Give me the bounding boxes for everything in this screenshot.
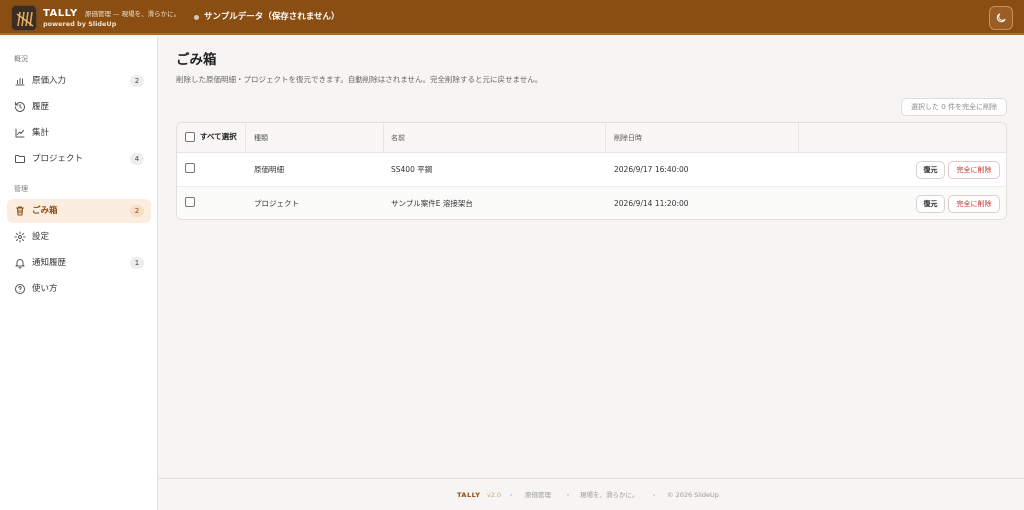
select-all-label: すべて選択 [200, 132, 237, 141]
row-deleted-at: 2026/9/14 11:20:00 [614, 199, 689, 208]
row-name: サンプル案件E 溶接架台 [391, 199, 473, 208]
footer-separator [653, 494, 655, 496]
bulk-delete-button[interactable]: 選択した 0 件を完全に削除 [901, 98, 1007, 116]
sample-data-label: サンプルデータ（保存されません） [204, 12, 340, 22]
column-divider [605, 123, 606, 153]
sample-status-dot [194, 15, 199, 20]
footer-separator [567, 494, 569, 496]
sidebar-item-label: 通知履歴 [32, 258, 67, 268]
sidebar-item-settings[interactable]: 設定 [7, 225, 151, 249]
footer-slogan: 現場を、滑らかに。 [580, 491, 639, 499]
gear-icon [14, 231, 26, 243]
restore-button[interactable]: 復元 [916, 161, 945, 179]
row-type: プロジェクト [254, 199, 299, 208]
sidebar: 概況 原価入力 2 履歴 集計 プロジェクト 4 管理 ごみ箱 2 設定 通知履… [0, 37, 158, 510]
app-header: TALLY 原価管理 — 現場を、滑らかに。 powered by SlideU… [0, 0, 1024, 35]
bell-icon [15, 259, 25, 269]
help-circle-icon [15, 284, 25, 294]
column-header-type: 種類 [254, 134, 268, 142]
row-checkbox[interactable] [185, 163, 195, 173]
sidebar-item-trash[interactable]: ごみ箱 2 [7, 199, 151, 223]
column-divider [798, 123, 799, 153]
column-divider [245, 123, 246, 153]
restore-button[interactable]: 復元 [916, 195, 945, 213]
footer-brand: TALLY [457, 491, 481, 499]
brand-tagline: 原価管理 — 現場を、滑らかに。 [85, 10, 181, 18]
sidebar-item-summary[interactable]: 集計 [7, 121, 151, 145]
sidebar-item-count: 4 [130, 153, 144, 165]
sidebar-item-count: 2 [130, 205, 144, 217]
footer-copyright: © 2026 SlideUp [667, 491, 719, 499]
sidebar-item-label: ごみ箱 [32, 206, 58, 216]
select-all-checkbox[interactable] [185, 132, 195, 142]
sidebar-item-notifications[interactable]: 通知履歴 1 [7, 251, 151, 275]
app-logo [11, 5, 37, 31]
folder-icon [15, 155, 25, 163]
table-row: 原価明細 SS400 平鋼 2026/9/17 16:40:00 復元 完全に削… [177, 153, 1006, 187]
trash-icon [16, 206, 24, 216]
sidebar-item-count: 2 [130, 75, 144, 87]
sidebar-item-label: 設定 [32, 232, 50, 242]
trash-table: すべて選択 種類 名前 削除日時 原価明細 SS400 平鋼 2026/9/17… [176, 122, 1007, 220]
purge-button[interactable]: 完全に削除 [948, 195, 1000, 213]
sidebar-item-label: 履歴 [32, 102, 50, 112]
table-row: プロジェクト サンプル案件E 溶接架台 2026/9/14 11:20:00 復… [177, 186, 1006, 219]
brand-name: TALLY [43, 8, 78, 19]
history-icon [15, 102, 25, 112]
app-footer: TALLY v2.0 原価管理 現場を、滑らかに。 © 2026 SlideUp [158, 478, 1024, 510]
row-checkbox[interactable] [185, 197, 195, 207]
page-description: 削除した原価明細・プロジェクトを復元できます。自動削除はされません。完全削除する… [176, 75, 543, 84]
sidebar-item-cost-entry[interactable]: 原価入力 2 [7, 69, 151, 93]
theme-toggle-button[interactable] [989, 6, 1013, 30]
sidebar-item-label: 使い方 [32, 284, 58, 294]
sidebar-item-label: 原価入力 [32, 76, 67, 86]
footer-version: v2.0 [487, 491, 502, 499]
sidebar-item-label: プロジェクト [32, 154, 84, 164]
moon-icon [996, 13, 1006, 23]
column-header-name: 名前 [391, 134, 405, 142]
table-header: すべて選択 種類 名前 削除日時 [177, 123, 1006, 153]
logo-mark-icon [16, 11, 34, 27]
sidebar-item-help[interactable]: 使い方 [7, 277, 151, 301]
sidebar-section-manage: 管理 [14, 185, 28, 193]
footer-product: 原価管理 [525, 491, 551, 499]
sidebar-item-count: 1 [130, 257, 144, 269]
row-type: 原価明細 [254, 165, 284, 174]
sidebar-item-label: 集計 [32, 128, 50, 138]
row-deleted-at: 2026/9/17 16:40:00 [614, 165, 689, 174]
column-header-deleted-at: 削除日時 [614, 134, 642, 142]
sidebar-section-overview: 概況 [14, 55, 28, 63]
row-name: SS400 平鋼 [391, 165, 433, 174]
line-chart-icon [15, 128, 25, 138]
bar-chart-icon [15, 78, 25, 86]
footer-separator [510, 494, 512, 496]
powered-by: powered by SlideUp [43, 20, 117, 28]
purge-button[interactable]: 完全に削除 [948, 161, 1000, 179]
sidebar-item-projects[interactable]: プロジェクト 4 [7, 147, 151, 171]
sidebar-item-history[interactable]: 履歴 [7, 95, 151, 119]
page-title: ごみ箱 [176, 52, 217, 68]
column-divider [383, 123, 384, 153]
